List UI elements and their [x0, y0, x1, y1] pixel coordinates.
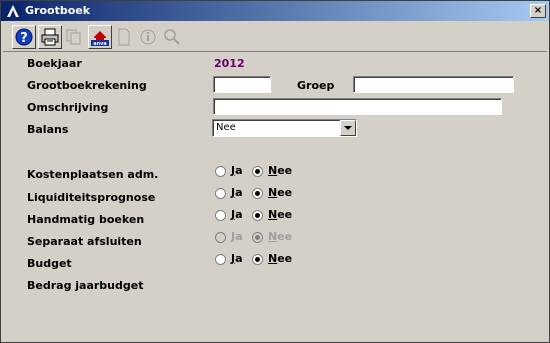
anva-label: anva — [93, 41, 107, 46]
separaat-nee-radio — [252, 232, 263, 243]
info-icon — [140, 29, 156, 45]
handmatig-boeken-label: Handmatig boeken — [27, 213, 145, 226]
copy-button[interactable] — [64, 26, 84, 46]
boekjaar-value: 2012 — [214, 57, 245, 70]
copy-icon — [66, 29, 81, 45]
separaat-afsluiten-label: Separaat afsluiten — [27, 235, 142, 248]
groep-input[interactable] — [353, 76, 514, 93]
budget-label: Budget — [27, 257, 72, 270]
chevron-down-icon — [344, 126, 352, 130]
balans-select[interactable]: Nee — [212, 119, 357, 137]
toolbar: ? anva — [3, 23, 547, 52]
close-button[interactable]: × — [530, 4, 546, 18]
budget-ja-label[interactable]: Ja — [231, 252, 243, 265]
grootboekrekening-input[interactable] — [213, 76, 271, 93]
kostenplaatsen-ja-label[interactable]: Ja — [231, 164, 243, 177]
liquiditeit-nee-label[interactable]: Nee — [268, 186, 292, 199]
omschrijving-input[interactable] — [213, 98, 502, 115]
window-title: Grootboek — [25, 4, 91, 17]
handmatig-ja-label[interactable]: Ja — [231, 208, 243, 221]
grootboekrekening-label: Grootboekrekening — [27, 79, 147, 92]
handmatig-nee-radio[interactable] — [252, 210, 263, 221]
budget-ja-radio[interactable] — [215, 254, 226, 265]
liquiditeit-nee-radio[interactable] — [252, 188, 263, 199]
kostenplaatsen-ja-radio[interactable] — [215, 166, 226, 177]
new-document-icon — [118, 28, 130, 46]
help-button[interactable]: ? — [12, 25, 36, 49]
grootboek-window: Grootboek × ? anva Boekjaar 2012 Grootbo… — [0, 0, 550, 343]
anva-icon: anva — [91, 31, 109, 46]
kostenplaatsen-nee-label[interactable]: Nee — [268, 164, 292, 177]
liquiditeitsprognose-label: Liquiditeitsprognose — [27, 191, 156, 204]
search-button[interactable] — [162, 26, 182, 46]
anva-button[interactable]: anva — [88, 25, 112, 49]
omschrijving-label: Omschrijving — [27, 101, 109, 114]
kostenplaatsen-label: Kostenplaatsen adm. — [27, 168, 159, 181]
new-document-button[interactable] — [114, 26, 134, 46]
handmatig-nee-label[interactable]: Nee — [268, 208, 292, 221]
liquiditeit-ja-radio[interactable] — [215, 188, 226, 199]
separaat-ja-radio — [215, 232, 226, 243]
print-button[interactable] — [38, 25, 62, 49]
handmatig-ja-radio[interactable] — [215, 210, 226, 221]
balans-dropdown-button[interactable] — [340, 120, 356, 136]
budget-nee-label[interactable]: Nee — [268, 252, 292, 265]
title-bar[interactable]: Grootboek × — [1, 1, 549, 21]
balans-selected-value: Nee — [216, 122, 236, 133]
boekjaar-label: Boekjaar — [27, 57, 82, 70]
separaat-ja-label: Ja — [231, 230, 243, 243]
groep-label: Groep — [297, 79, 335, 92]
budget-nee-radio[interactable] — [252, 254, 263, 265]
app-icon — [5, 3, 21, 19]
liquiditeit-ja-label[interactable]: Ja — [231, 186, 243, 199]
info-button[interactable] — [138, 26, 158, 46]
separaat-nee-label: Nee — [268, 230, 293, 243]
help-icon: ? — [15, 28, 33, 46]
print-icon — [41, 28, 59, 46]
kostenplaatsen-nee-radio[interactable] — [252, 166, 263, 177]
svg-text:?: ? — [20, 31, 28, 46]
balans-label: Balans — [27, 123, 69, 136]
search-icon — [164, 29, 180, 45]
bedrag-jaarbudget-label: Bedrag jaarbudget — [27, 279, 144, 292]
